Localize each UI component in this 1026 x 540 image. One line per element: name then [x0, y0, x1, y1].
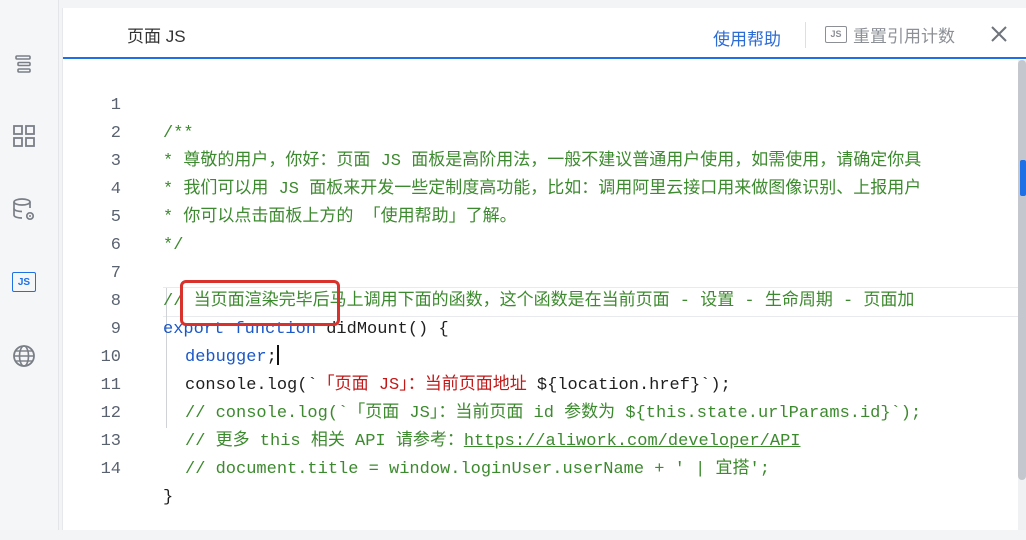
- panel-header: 页面 JS 使用帮助 JS 重置引用计数: [63, 8, 1026, 59]
- code-line: 7 // 当页面渲染完毕后马上调用下面的函数，这个函数是在当前页面 - 设置 -…: [63, 232, 1026, 311]
- panel-title: 页面 JS: [127, 27, 186, 46]
- page-js-panel: 页面 JS 使用帮助 JS 重置引用计数 1 /** 2 * 尊敬的用户，你好：…: [62, 8, 1026, 530]
- code-line: 8 export function didMount() {: [63, 260, 1026, 339]
- vertical-scrollbar[interactable]: [1018, 60, 1026, 530]
- code-line-current: 9 debugger;: [63, 288, 1026, 367]
- outline-tree-icon[interactable]: [8, 48, 40, 80]
- code-text: // document.title = window.loginUser.use…: [185, 460, 770, 479]
- js-badge-icon: JS: [825, 25, 847, 43]
- js-icon-label: JS: [12, 272, 36, 292]
- close-icon[interactable]: [988, 23, 1010, 45]
- app-root: JS 页面 JS 使用帮助 JS 重置引用计数 1 /** 2 * 尊敬的用户，…: [0, 0, 1026, 530]
- reset-reference-count-button[interactable]: JS 重置引用计数: [825, 22, 955, 46]
- code-line: 2 * 尊敬的用户，你好：页面 JS 面板是高阶用法，一般不建议普通用户使用，如…: [63, 92, 1026, 171]
- scroll-position-indicator: [1020, 160, 1026, 196]
- code-line: 6: [63, 204, 1026, 255]
- code-line: 10 console.log(`「页面 JS」：当前页面地址 ${locatio…: [63, 316, 1026, 395]
- component-grid-icon[interactable]: [8, 120, 40, 152]
- datasource-settings-icon[interactable]: [8, 194, 40, 226]
- line-number: 14: [100, 460, 121, 479]
- code-editor[interactable]: 1 /** 2 * 尊敬的用户，你好：页面 JS 面板是高阶用法，一般不建议普通…: [63, 60, 1026, 530]
- reset-label: 重置引用计数: [853, 26, 955, 46]
- code-line: 11 // console.log(`「页面 JS」：当前页面 id 参数为 $…: [63, 344, 1026, 423]
- active-tab-underline: [63, 57, 1026, 59]
- code-line: 5 */: [63, 176, 1026, 255]
- code-line: 14 }: [63, 428, 1026, 507]
- js-icon[interactable]: JS: [8, 266, 40, 298]
- code-line: 13 // document.title = window.loginUser.…: [63, 400, 1026, 479]
- header-divider: [805, 22, 806, 48]
- code-text: }: [163, 488, 174, 507]
- code-line: 4 * 你可以点击面板上方的 「使用帮助」了解。: [63, 148, 1026, 227]
- help-link[interactable]: 使用帮助: [713, 25, 781, 50]
- code-line: 3 * 我们可以用 JS 面板来开发一些定制度高功能，比如：调用阿里云接口用来做…: [63, 120, 1026, 199]
- left-activity-rail: JS: [0, 0, 59, 530]
- code-line: 12 // 更多 this 相关 API 请参考：https://aliwork…: [63, 372, 1026, 451]
- scrollbar-thumb[interactable]: [1018, 60, 1026, 480]
- globe-icon[interactable]: [8, 340, 40, 372]
- code-line: 1 /**: [63, 64, 1026, 143]
